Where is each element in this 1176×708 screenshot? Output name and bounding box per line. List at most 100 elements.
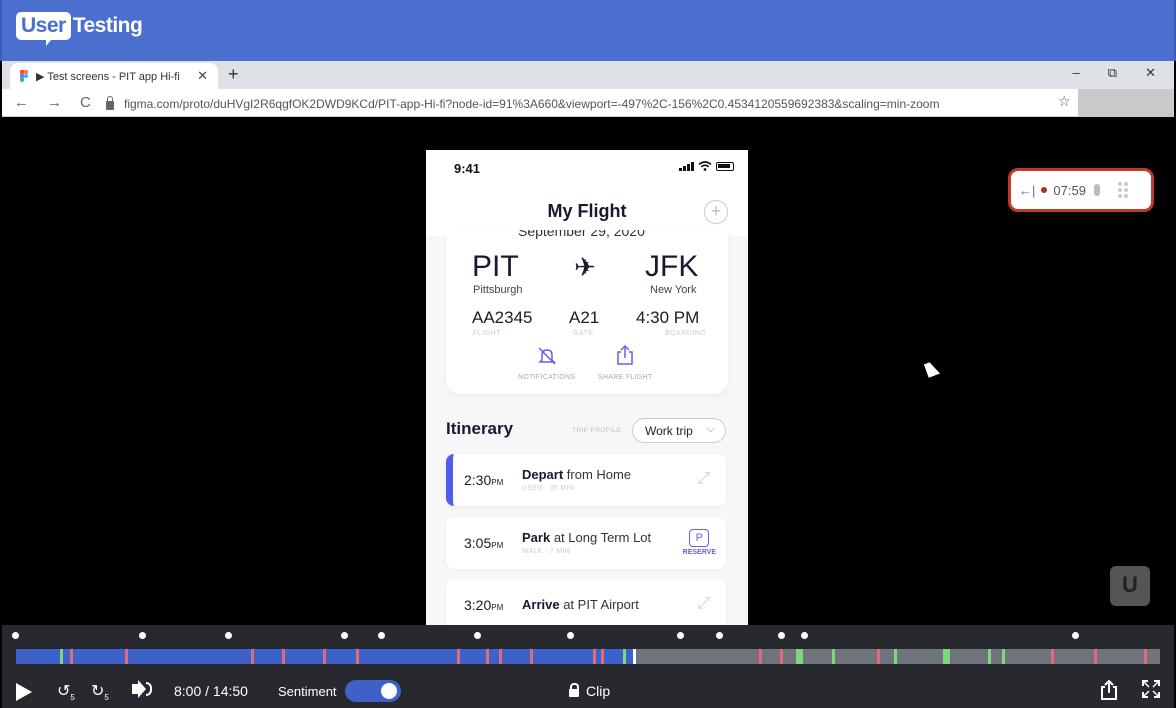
volume-icon[interactable]	[132, 684, 140, 694]
sentiment-positive-marker	[1002, 649, 1005, 664]
expand-icon[interactable]: ⤢	[697, 470, 710, 488]
notifications-action[interactable]: NOTIFICATIONS	[518, 346, 575, 381]
restore-button[interactable]: ⧉	[1108, 65, 1117, 81]
logo-user: User	[16, 12, 71, 40]
battery-icon	[716, 161, 734, 171]
share-flight-action[interactable]: SHARE FLIGHT	[598, 344, 653, 381]
sentiment-negative-marker	[457, 649, 460, 664]
timeline-marker[interactable]	[12, 632, 19, 639]
new-tab-button[interactable]: +	[228, 64, 239, 85]
logo-testing: Testing	[72, 14, 143, 37]
phone-prototype: 9:41 My Flight + September 29, 2020 PIT …	[426, 150, 748, 625]
skip-back-icon[interactable]: ↺5	[57, 681, 75, 702]
sentiment-positive-marker	[894, 649, 897, 664]
origin-code: PIT	[472, 250, 519, 283]
figma-icon	[20, 70, 30, 82]
play-icon[interactable]	[16, 683, 32, 701]
timeline-marker[interactable]	[474, 632, 481, 639]
sentiment-positive-marker	[943, 649, 950, 664]
status-time: 9:41	[454, 161, 481, 176]
sentiment-positive-marker	[796, 649, 803, 664]
sentiment-negative-marker	[530, 649, 533, 664]
skip-forward-icon[interactable]: ↻5	[91, 681, 109, 702]
destination-city: New York	[650, 284, 697, 296]
drag-handle-icon[interactable]	[1117, 182, 1128, 198]
sentiment-toggle[interactable]	[345, 680, 401, 702]
trip-profile-value: Work trip	[645, 424, 693, 438]
parking-icon: P	[689, 529, 710, 547]
itinerary-item[interactable]: 3:20PM Arrive at PIT Airport ⤢	[446, 579, 726, 625]
share-icon[interactable]	[1100, 680, 1118, 700]
page-title: My Flight	[547, 201, 627, 221]
timeline-marker[interactable]	[225, 632, 232, 639]
toolbar-extension-area	[1078, 89, 1174, 117]
url-field[interactable]: figma.com/proto/duHVgI2R6qgfOK2DWD9KCd/P…	[106, 94, 1086, 113]
collapse-arrow-icon[interactable]: ←|	[1019, 183, 1035, 198]
sentiment-negative-marker	[125, 649, 128, 664]
timeline-marker[interactable]	[341, 632, 348, 639]
total-time: 14:50	[212, 683, 248, 699]
timeline-marker[interactable]	[801, 632, 808, 639]
bookmark-star-icon[interactable]: ☆	[1058, 93, 1071, 110]
itinerary-time: 2:30PM	[464, 472, 504, 488]
microphone-icon	[1093, 184, 1100, 196]
timeline-marker[interactable]	[567, 632, 574, 639]
itinerary-title: Itinerary	[446, 419, 514, 438]
minimize-button[interactable]: –	[1073, 65, 1080, 81]
browser-tab[interactable]: ▶ Test screens - PIT app Hi-fi ✕	[10, 63, 218, 89]
clip-button[interactable]: Clip	[569, 682, 610, 699]
share-flight-label: SHARE FLIGHT	[598, 374, 653, 381]
recorder-widget[interactable]: ←| 07:59	[1008, 168, 1154, 212]
screen: User Testing ▶ Test screens - PIT app Hi…	[0, 0, 1176, 708]
reserve-parking-button[interactable]: P RESERVE	[683, 529, 716, 556]
boarding-time: 4:30 PM	[636, 308, 700, 327]
usertesting-logo: User Testing	[16, 12, 143, 40]
trip-profile-select[interactable]: Work trip ⌵	[632, 418, 726, 443]
sentiment-negative-marker	[356, 649, 359, 664]
video-timeline[interactable]	[16, 649, 1160, 664]
sentiment-negative-marker	[486, 649, 489, 664]
sentiment-negative-marker	[877, 649, 880, 664]
address-bar: ← → C figma.com/proto/duHVgI2R6qgfOK2DWD…	[2, 89, 1174, 117]
current-time: 8:00	[174, 683, 202, 699]
notifications-label: NOTIFICATIONS	[518, 374, 576, 381]
itinerary-item[interactable]: 3:05PM Park at Long Term Lot WALK · 7 MI…	[446, 517, 726, 569]
flight-card: September 29, 2020 PIT Pittsburgh ✈ JFK …	[446, 230, 728, 394]
timeline-marker[interactable]	[139, 632, 146, 639]
timeline-marker[interactable]	[778, 632, 785, 639]
timeline-marker[interactable]	[1072, 632, 1079, 639]
expand-icon[interactable]: ⤢	[697, 595, 710, 613]
playhead[interactable]	[632, 649, 636, 664]
window-controls: – ⧉ ✕	[1073, 65, 1156, 81]
sentiment-negative-marker	[323, 649, 326, 664]
sentiment-negative-marker	[499, 649, 502, 664]
window-close-button[interactable]: ✕	[1145, 65, 1156, 81]
sentiment-negative-marker	[251, 649, 254, 664]
sentiment-positive-marker	[988, 649, 991, 664]
forward-icon[interactable]: →	[47, 94, 62, 111]
tab-title: ▶ Test screens - PIT app Hi-fi	[36, 70, 180, 83]
timeline-marker[interactable]	[677, 632, 684, 639]
reload-icon[interactable]: C	[80, 94, 91, 111]
sentiment-positive-marker	[832, 649, 835, 664]
sentiment-positive-marker	[623, 649, 626, 664]
add-button[interactable]: +	[704, 200, 728, 224]
close-icon[interactable]: ✕	[197, 68, 208, 84]
itinerary-item[interactable]: 2:30PM Depart from Home USER · 35 MIN ⤢	[446, 454, 726, 506]
itinerary-time: 3:05PM	[464, 535, 504, 551]
recording-time: 07:59	[1053, 182, 1086, 198]
destination-code: JFK	[645, 250, 699, 283]
flight-label: FLIGHT	[473, 330, 501, 337]
fullscreen-icon[interactable]	[1142, 680, 1160, 698]
timeline-marker[interactable]	[378, 632, 385, 639]
nav-buttons: ← → C	[14, 94, 91, 111]
sentiment-positive-marker	[60, 649, 63, 664]
sentiment-label: Sentiment	[278, 684, 337, 699]
timeline-marker[interactable]	[716, 632, 723, 639]
itinerary-subtext: WALK · 7 MIN	[522, 548, 571, 555]
usertesting-header: User Testing	[0, 0, 1176, 61]
gate-value: A21	[569, 308, 600, 327]
app-header: My Flight +	[426, 186, 748, 236]
chevron-down-icon: ⌵	[706, 423, 715, 435]
back-icon[interactable]: ←	[14, 94, 29, 111]
